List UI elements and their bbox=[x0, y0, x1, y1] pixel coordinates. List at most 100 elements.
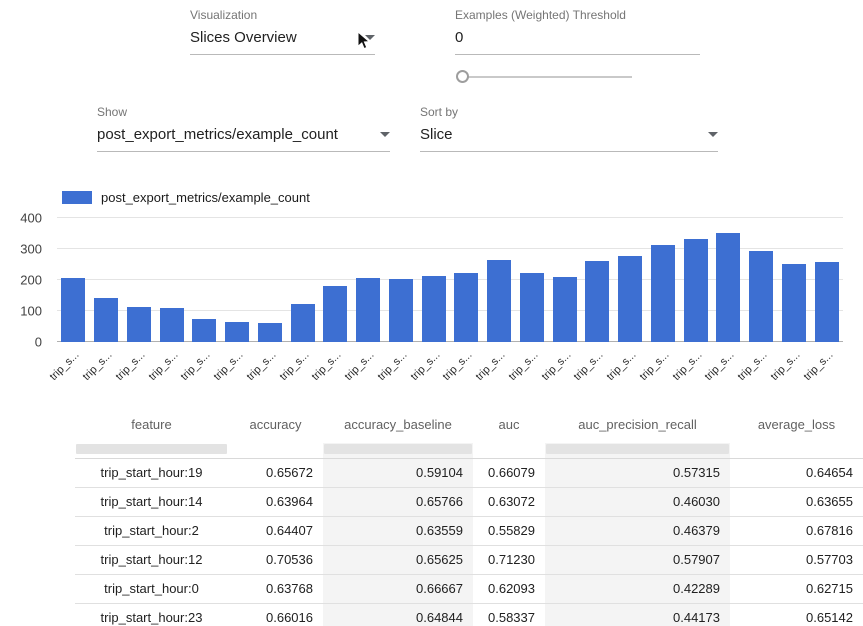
show-control: Show post_export_metrics/example_count bbox=[97, 105, 390, 152]
threshold-label: Examples (Weighted) Threshold bbox=[455, 8, 700, 22]
table-row[interactable]: trip_start_hour:20.644070.635590.558290.… bbox=[75, 516, 863, 545]
mouse-cursor-icon bbox=[357, 31, 371, 56]
metric-cell: 0.57703 bbox=[730, 545, 863, 574]
bar[interactable] bbox=[815, 262, 839, 342]
filter-cell bbox=[228, 443, 323, 458]
bar[interactable] bbox=[291, 304, 315, 342]
metric-cell: 0.66016 bbox=[228, 603, 323, 626]
metric-cell: 0.63964 bbox=[228, 487, 323, 516]
filter-cell bbox=[75, 443, 228, 458]
bar[interactable] bbox=[258, 323, 282, 342]
bar[interactable] bbox=[422, 276, 446, 342]
threshold-value: 0 bbox=[455, 29, 463, 46]
column-header[interactable]: auc bbox=[473, 405, 545, 443]
bar[interactable] bbox=[716, 233, 740, 342]
metric-cell: 0.42289 bbox=[545, 574, 730, 603]
bar[interactable] bbox=[356, 278, 380, 342]
bar[interactable] bbox=[192, 319, 216, 342]
metric-cell: 0.62715 bbox=[730, 574, 863, 603]
column-header[interactable]: average_loss bbox=[730, 405, 863, 443]
metric-cell: 0.66079 bbox=[473, 458, 545, 487]
bar[interactable] bbox=[520, 273, 544, 342]
table-row[interactable]: trip_start_hour:120.705360.656250.712300… bbox=[75, 545, 863, 574]
metric-cell: 0.63768 bbox=[228, 574, 323, 603]
metric-cell: 0.64654 bbox=[730, 458, 863, 487]
metric-cell: 0.58337 bbox=[473, 603, 545, 626]
filter-cell bbox=[473, 443, 545, 458]
legend-label: post_export_metrics/example_count bbox=[101, 190, 310, 205]
metric-cell: 0.63072 bbox=[473, 487, 545, 516]
bar[interactable] bbox=[225, 322, 249, 342]
y-axis-tick-label: 300 bbox=[20, 242, 42, 257]
bar[interactable] bbox=[127, 307, 151, 342]
metric-cell: 0.67816 bbox=[730, 516, 863, 545]
bar[interactable] bbox=[782, 264, 806, 342]
feature-cell: trip_start_hour:0 bbox=[75, 574, 228, 603]
metric-cell: 0.57315 bbox=[545, 458, 730, 487]
y-axis-tick-label: 400 bbox=[20, 211, 42, 226]
filter-cell bbox=[730, 443, 863, 458]
filter-cell bbox=[545, 443, 730, 458]
show-dropdown[interactable]: post_export_metrics/example_count bbox=[97, 126, 390, 152]
filter-input[interactable] bbox=[546, 444, 729, 454]
bar[interactable] bbox=[323, 286, 347, 342]
bar[interactable] bbox=[684, 239, 708, 342]
bar[interactable] bbox=[651, 245, 675, 342]
metric-cell: 0.63655 bbox=[730, 487, 863, 516]
table-filter-row bbox=[75, 443, 863, 458]
metrics-table: featureaccuracyaccuracy_baselineaucauc_p… bbox=[75, 405, 863, 626]
bar[interactable] bbox=[553, 277, 577, 342]
bar[interactable] bbox=[585, 261, 609, 342]
bar[interactable] bbox=[454, 273, 478, 342]
show-label: Show bbox=[97, 105, 390, 119]
chevron-down-icon[interactable] bbox=[380, 132, 390, 137]
visualization-label: Visualization bbox=[190, 8, 375, 22]
bar[interactable] bbox=[487, 260, 511, 342]
table-row[interactable]: trip_start_hour:190.656720.591040.660790… bbox=[75, 458, 863, 487]
bar[interactable] bbox=[160, 308, 184, 342]
column-header[interactable]: accuracy_baseline bbox=[323, 405, 473, 443]
threshold-slider[interactable] bbox=[457, 70, 632, 83]
slider-handle[interactable] bbox=[456, 70, 469, 83]
metric-cell: 0.55829 bbox=[473, 516, 545, 545]
threshold-input[interactable]: 0 bbox=[455, 29, 700, 55]
table-header-row: featureaccuracyaccuracy_baselineaucauc_p… bbox=[75, 405, 863, 443]
y-axis-labels: 0100200300400 bbox=[0, 218, 48, 342]
slices-bar-chart: post_export_metrics/example_count 010020… bbox=[0, 185, 863, 400]
metric-cell: 0.65625 bbox=[323, 545, 473, 574]
bar[interactable] bbox=[94, 298, 118, 342]
column-header[interactable]: feature bbox=[75, 405, 228, 443]
filter-input[interactable] bbox=[324, 444, 472, 454]
visualization-dropdown[interactable]: Slices Overview bbox=[190, 29, 375, 55]
chart-legend: post_export_metrics/example_count bbox=[62, 190, 310, 205]
metric-cell: 0.70536 bbox=[228, 545, 323, 574]
metric-cell: 0.59104 bbox=[323, 458, 473, 487]
metric-cell: 0.62093 bbox=[473, 574, 545, 603]
metric-cell: 0.46379 bbox=[545, 516, 730, 545]
filter-input[interactable] bbox=[76, 444, 227, 454]
feature-cell: trip_start_hour:19 bbox=[75, 458, 228, 487]
sort-by-label: Sort by bbox=[420, 105, 718, 119]
bar[interactable] bbox=[749, 251, 773, 342]
column-header[interactable]: accuracy bbox=[228, 405, 323, 443]
slider-track[interactable] bbox=[457, 76, 632, 78]
metric-cell: 0.46030 bbox=[545, 487, 730, 516]
table-row[interactable]: trip_start_hour:230.660160.648440.583370… bbox=[75, 603, 863, 626]
feature-cell: trip_start_hour:14 bbox=[75, 487, 228, 516]
sort-by-dropdown-value: Slice bbox=[420, 126, 453, 143]
metric-cell: 0.64844 bbox=[323, 603, 473, 626]
table-row[interactable]: trip_start_hour:00.637680.666670.620930.… bbox=[75, 574, 863, 603]
legend-swatch bbox=[62, 191, 92, 204]
chevron-down-icon[interactable] bbox=[708, 132, 718, 137]
metric-cell: 0.65766 bbox=[323, 487, 473, 516]
metric-cell: 0.63559 bbox=[323, 516, 473, 545]
bar[interactable] bbox=[61, 278, 85, 342]
bar[interactable] bbox=[389, 279, 413, 342]
show-dropdown-value: post_export_metrics/example_count bbox=[97, 126, 338, 143]
table-row[interactable]: trip_start_hour:140.639640.657660.630720… bbox=[75, 487, 863, 516]
bar[interactable] bbox=[618, 256, 642, 342]
column-header[interactable]: auc_precision_recall bbox=[545, 405, 730, 443]
y-axis-tick-label: 200 bbox=[20, 273, 42, 288]
sort-by-dropdown[interactable]: Slice bbox=[420, 126, 718, 152]
metric-cell: 0.65672 bbox=[228, 458, 323, 487]
